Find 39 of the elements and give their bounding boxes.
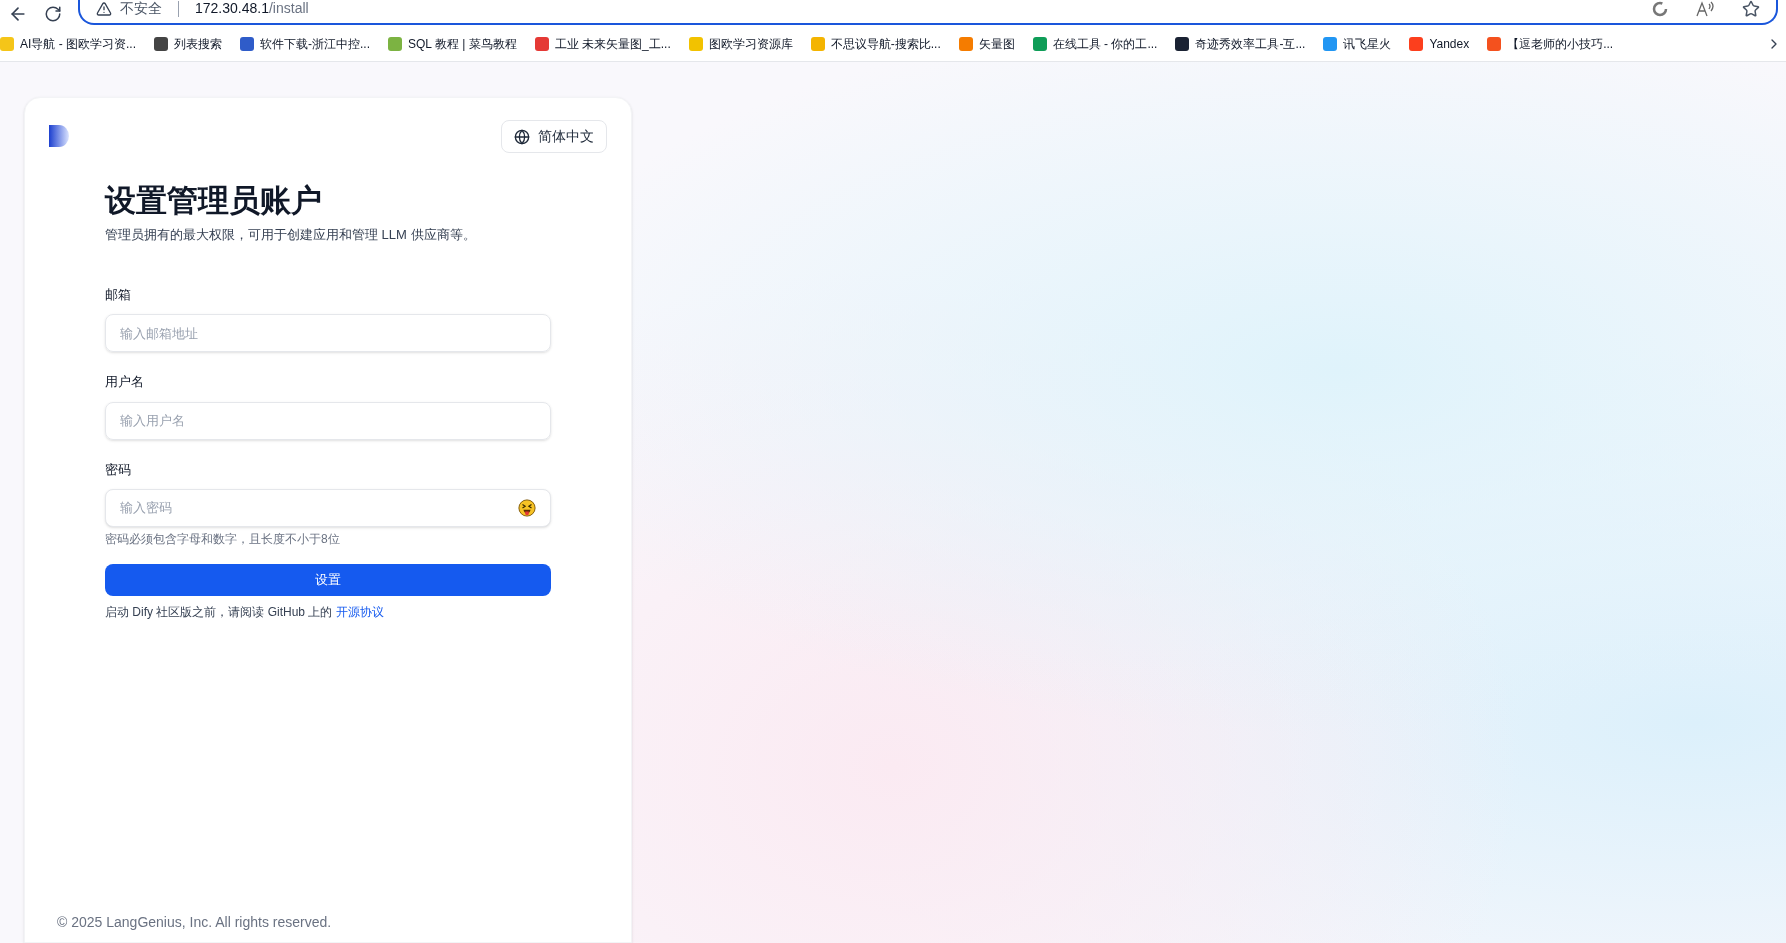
url-text: 172.30.48.1/install <box>195 0 309 18</box>
bookmark[interactable]: 讯飞星火 <box>1323 35 1392 53</box>
text-field[interactable]: 输入用户名 <box>105 401 551 440</box>
field-label: 用户名 <box>105 373 145 391</box>
globe-icon <box>514 128 530 145</box>
submit-button[interactable]: 设置 <box>105 564 551 596</box>
bookmark[interactable]: 工业 未来矢量图_工... <box>534 35 671 53</box>
page-title: 设置管理员账户 <box>105 182 323 220</box>
bookmark[interactable]: Yandex <box>1409 35 1470 53</box>
read-aloud-icon[interactable] <box>1696 0 1714 17</box>
bookmark[interactable]: 不思议导航-搜索比... <box>810 35 941 53</box>
bookmark[interactable]: 【逗老师的小技巧... <box>1487 35 1614 53</box>
bookmark[interactable]: 在线工具 - 你的工... <box>1032 35 1158 53</box>
bookmark[interactable]: SQL 教程 | 菜鸟教程 <box>388 35 517 53</box>
bookmark[interactable]: AI导航 - 图欧学习资... <box>0 35 136 53</box>
bookmark[interactable]: 矢量图 <box>958 35 1015 53</box>
copyright-text: © 2025 LangGenius, Inc. All rights reserved. <box>56 913 333 932</box>
field-hint: 密码必须包含字母和数字，且长度不小于8位 <box>105 531 341 548</box>
favorite-icon[interactable] <box>1742 0 1760 18</box>
field-label: 密码 <box>105 460 132 479</box>
password-field[interactable]: 输入密码 <box>105 489 551 527</box>
page-subtitle: 管理员拥有的最大权限，可用于创建应用和管理 LLM 供应商等。 <box>105 226 477 244</box>
field-label: 邮箱 <box>105 285 132 304</box>
bookmark[interactable]: 软件下载-浙江中控... <box>240 35 370 53</box>
warning-icon <box>96 0 112 17</box>
text-field[interactable]: 输入邮箱地址 <box>105 314 551 352</box>
bookmark[interactable]: 列表搜索 <box>154 35 222 53</box>
password-input[interactable]: 输入密码 <box>120 498 518 518</box>
bookmark[interactable]: 图欧学习资源库 <box>688 35 793 53</box>
refresh-icon[interactable] <box>1652 0 1668 17</box>
logo-icon <box>49 125 69 147</box>
address-bar[interactable]: 不安全 172.30.48.1/install <box>78 0 1778 25</box>
reload-icon[interactable] <box>44 4 62 23</box>
language-button[interactable]: 简体中文 <box>501 120 607 153</box>
notice-text: 启动 Dify 社区版之前，请阅读 GitHub 上的 开源协议 <box>105 604 385 621</box>
license-link[interactable]: 开源协议 <box>335 605 384 619</box>
security-label: 不安全 <box>120 0 162 18</box>
bookmark[interactable]: 奇迹秀效率工具-互... <box>1175 35 1306 53</box>
face-icon[interactable] <box>518 499 536 517</box>
